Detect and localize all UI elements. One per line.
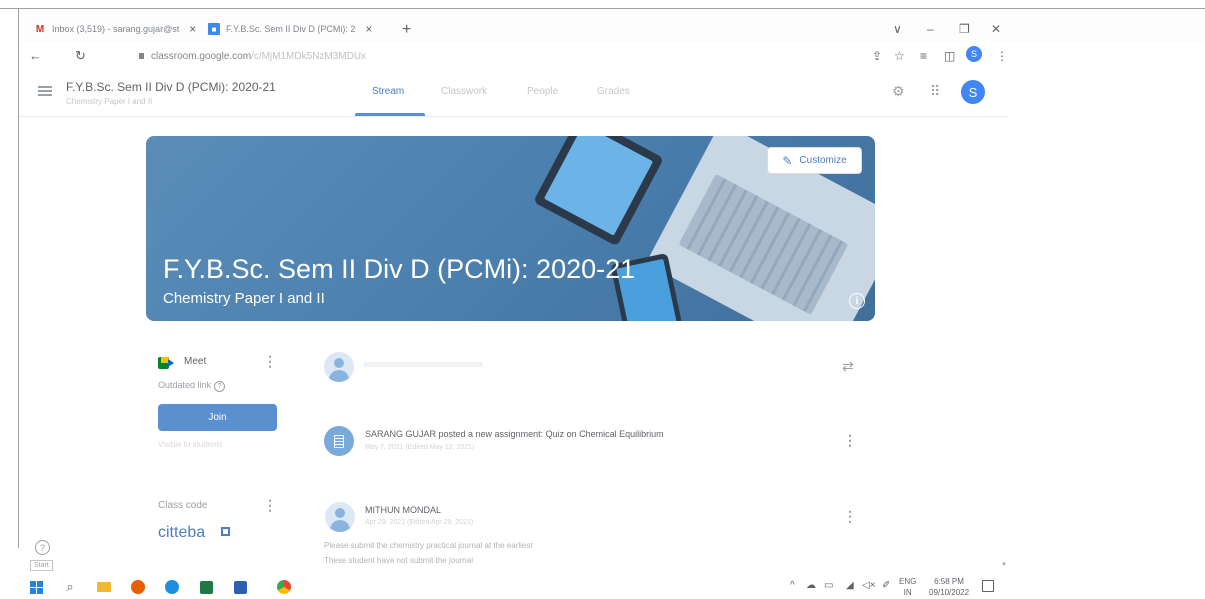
taskbar-clock[interactable]: 6:58 PM 09/10/2022 [929,576,969,598]
pen-icon[interactable]: ✐ [882,580,890,591]
region-code: IN [903,588,912,597]
word-icon[interactable] [232,579,248,595]
minimize-button[interactable]: – [927,22,934,36]
class-code-value: citteba [158,524,206,541]
banner-title: F.Y.B.Sc. Sem II Div D (PCMi): 2020-21 [163,254,636,284]
excel-icon[interactable] [198,579,214,595]
side-panel-icon[interactable]: ◫ [944,49,955,63]
browser-profile-avatar[interactable]: S [966,46,982,62]
help-circle-icon[interactable]: ? [214,381,226,392]
share-with-class-input[interactable] [363,362,483,367]
apps-grid-icon[interactable]: ⠿ [930,83,940,100]
gmail-icon: M [35,23,45,35]
tab-title: Inbox (3,519) - sarang.gujar@st [52,24,180,34]
search-icon[interactable]: ⌕ [62,579,78,595]
reading-list-icon[interactable]: ≡ [920,49,927,63]
clock-date: 09/10/2022 [929,588,970,597]
network-icon[interactable]: ◢ [846,580,854,591]
post-date: Apr 29, 2021 (Edited Apr 29, 2021) [365,519,474,526]
info-icon[interactable]: i [849,293,865,309]
url-field[interactable]: classroom.google.com/c/MjM1MDk5NzM3MDUx [139,51,366,62]
menu-dots-icon[interactable]: ⋮ [996,49,1008,63]
url-host: classroom.google.com [151,51,252,62]
help-icon[interactable]: ? [35,540,50,555]
lock-icon [139,53,144,60]
browser-tab-strip: M Inbox (3,519) - sarang.gujar@st × ■ F.… [19,9,1205,43]
class-banner: ✎ Customize F.Y.B.Sc. Sem II Div D (PCMi… [146,136,875,321]
assignment-post-text[interactable]: SARANG GUJAR posted a new assignment: Qu… [365,429,664,439]
tab-classwork[interactable]: Classwork [441,86,487,97]
battery-icon[interactable]: ▭ [824,580,833,591]
firefox-icon[interactable] [130,579,146,595]
account-avatar[interactable]: S [961,80,985,104]
onedrive-icon[interactable]: ☁ [806,580,816,591]
share-icon[interactable]: ⇪ [872,49,882,63]
class-section: Chemistry Paper I and II [66,97,153,106]
classroom-icon: ■ [208,23,220,35]
repost-icon[interactable]: ⇄ [842,358,854,375]
banner-subtitle: Chemistry Paper I and II [163,290,325,307]
gear-icon[interactable]: ⚙ [892,83,905,100]
browser-tab-classroom[interactable]: ■ F.Y.B.Sc. Sem II Div D (PCMi): 2 × [208,18,372,40]
outdated-link-text: Outdated link? [158,380,226,392]
frame-left-border [18,8,19,548]
address-bar-row: ← ↻ classroom.google.com/c/MjM1MDk5NzM3M… [19,43,1205,73]
post-date: May 7, 2021 (Edited May 12, 2021) [365,444,475,451]
fullscreen-icon[interactable] [221,527,230,536]
post-body-line: Please submit the chemistry practical jo… [324,541,533,550]
more-options-icon[interactable]: ⋮ [263,353,277,370]
user-avatar [324,352,354,382]
chevron-down-icon[interactable]: ∨ [893,22,902,36]
join-meet-button[interactable]: Join [158,404,277,431]
customize-button[interactable]: ✎ Customize [767,147,862,174]
more-options-icon[interactable]: ⋮ [843,508,857,525]
language-code: ENG [899,577,917,586]
header-divider [19,116,1009,117]
tablet-illustration [533,136,664,247]
chrome-icon[interactable] [276,579,292,595]
star-icon[interactable]: ☆ [894,49,905,63]
restore-button[interactable]: ❐ [959,22,970,36]
edge-icon[interactable] [164,579,180,595]
speaker-muted-icon[interactable]: ◁× [862,580,876,591]
tab-people[interactable]: People [527,86,558,97]
url-path: /c/MjM1MDk5NzM3MDUx [251,51,367,62]
more-options-icon[interactable]: ⋮ [263,497,277,514]
customize-label: Customize [799,155,847,166]
start-tooltip: Start [30,560,53,571]
class-code-label: Class code [158,500,208,511]
tab-title: F.Y.B.Sc. Sem II Div D (PCMi): 2 [226,24,356,34]
close-icon[interactable]: × [365,22,372,36]
close-window-button[interactable]: ✕ [991,22,1001,36]
windows-start-icon[interactable] [28,579,44,595]
notification-icon[interactable] [982,580,994,592]
chevron-up-icon[interactable]: ^ [790,580,795,591]
back-arrow-icon[interactable]: ← [29,48,42,63]
new-tab-button[interactable]: + [402,21,411,39]
pencil-icon: ✎ [782,153,793,168]
meet-icon [158,357,174,369]
input-language[interactable]: ENG IN [899,576,916,598]
clock-time: 6:58 PM [934,577,964,586]
author-avatar [325,502,355,532]
assignment-icon [324,426,354,456]
windows-taskbar: ⌕ ^ ☁ ▭ ◢ ◁× ✐ [0,575,1205,599]
scroll-down-arrow[interactable]: ▼ [1001,562,1007,568]
file-explorer-icon[interactable] [96,579,112,595]
reload-icon[interactable]: ↻ [75,48,86,64]
browser-tab-gmail[interactable]: M Inbox (3,519) - sarang.gujar@st × [34,18,196,40]
visibility-text: Visible to students [158,440,223,449]
tab-grades[interactable]: Grades [597,86,630,97]
outdated-label: Outdated link [158,380,212,390]
post-author: MITHUN MONDAL [365,505,441,515]
hamburger-menu-icon[interactable] [38,86,52,96]
meet-label: Meet [184,356,207,367]
class-title[interactable]: F.Y.B.Sc. Sem II Div D (PCMi): 2020-21 [66,80,276,94]
tab-stream[interactable]: Stream [372,86,404,97]
more-options-icon[interactable]: ⋮ [843,432,857,449]
close-icon[interactable]: × [189,22,196,36]
screen: M Inbox (3,519) - sarang.gujar@st × ■ F.… [0,0,1205,599]
post-body-line: These student have not submit the journa… [324,556,473,565]
